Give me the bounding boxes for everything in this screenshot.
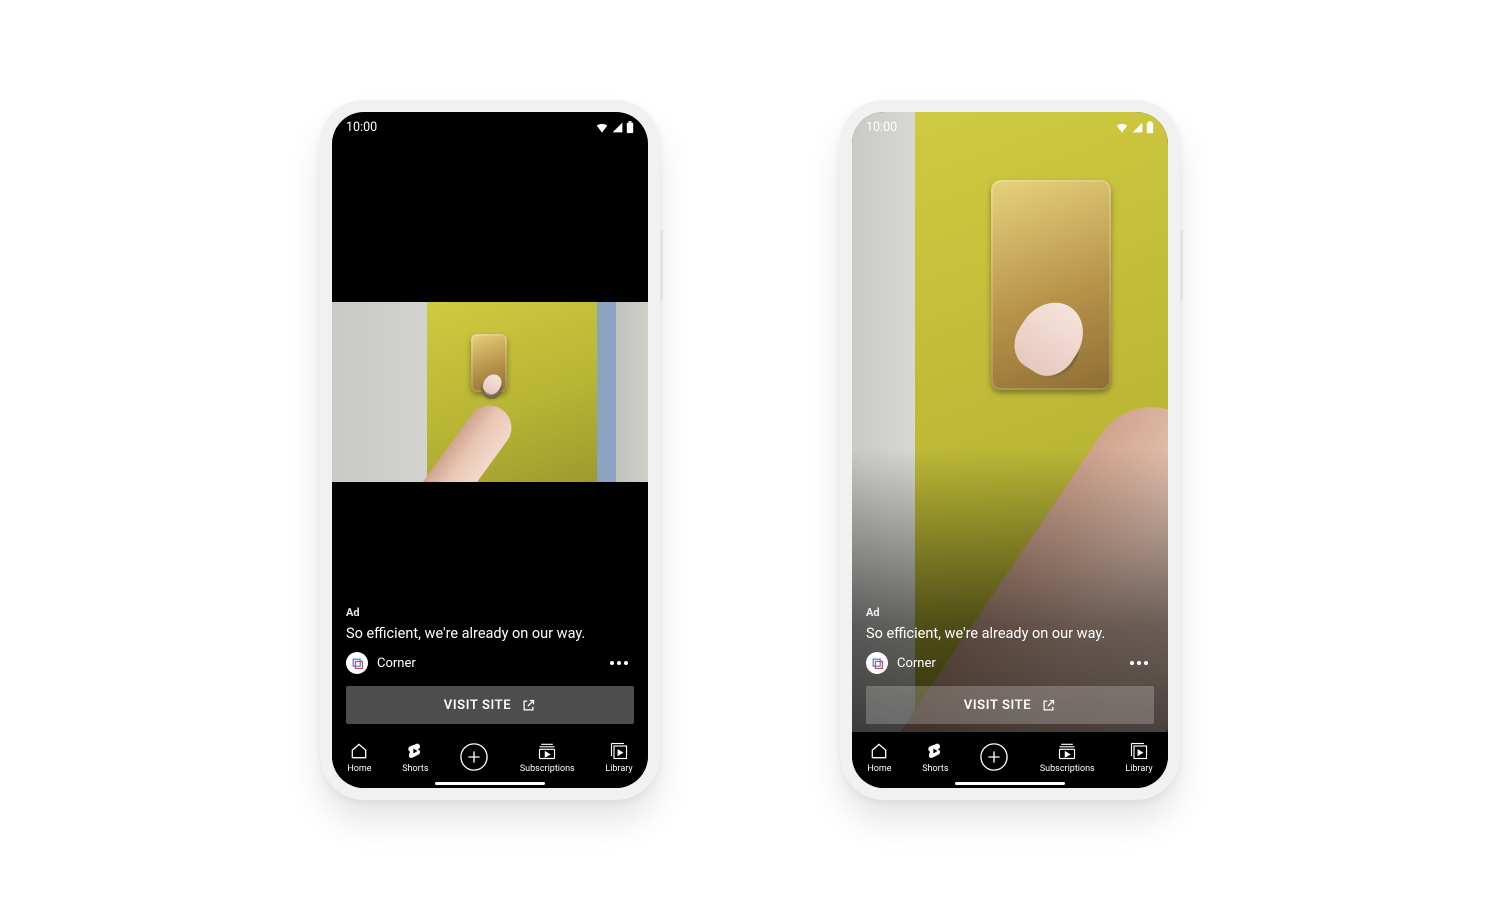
wifi-icon xyxy=(1115,121,1129,135)
ad-overlay: Ad So efficient, we're already on our wa… xyxy=(866,606,1154,724)
nav-shorts-label: Shorts xyxy=(922,764,948,774)
bottom-nav: Home Shorts Subscriptions Library xyxy=(332,732,648,788)
status-time: 10:00 xyxy=(866,120,897,135)
battery-icon xyxy=(626,121,634,134)
advertiser-name: Corner xyxy=(377,656,416,671)
nav-library-label: Library xyxy=(1125,764,1152,774)
status-time: 10:00 xyxy=(346,120,377,135)
ad-headline: So efficient, we're already on our way. xyxy=(346,625,634,642)
external-link-icon xyxy=(521,698,536,713)
battery-icon xyxy=(1146,121,1154,134)
cta-label: VISIT SITE xyxy=(444,698,511,713)
nav-subscriptions[interactable]: Subscriptions xyxy=(520,741,575,774)
nav-subscriptions[interactable]: Subscriptions xyxy=(1040,741,1095,774)
external-link-icon xyxy=(1041,698,1056,713)
visit-site-button[interactable]: VISIT SITE xyxy=(346,686,634,724)
more-options-button[interactable] xyxy=(1124,655,1154,671)
ad-badge: Ad xyxy=(866,606,1154,619)
library-icon xyxy=(609,741,629,761)
ad-headline: So efficient, we're already on our way. xyxy=(866,625,1154,642)
ad-overlay: Ad So efficient, we're already on our wa… xyxy=(346,606,634,724)
advertiser-name: Corner xyxy=(897,656,936,671)
cta-label: VISIT SITE xyxy=(964,698,1031,713)
gesture-bar xyxy=(955,782,1065,786)
nav-shorts-label: Shorts xyxy=(402,764,428,774)
status-bar: 10:00 xyxy=(346,120,634,135)
nav-library-label: Library xyxy=(605,764,632,774)
screen: 10:00 xyxy=(332,112,648,788)
nav-home-label: Home xyxy=(867,764,891,774)
phone-mock-left: 10:00 xyxy=(320,100,660,800)
wifi-icon xyxy=(595,121,609,135)
advertiser-avatar xyxy=(346,652,368,674)
nav-create[interactable] xyxy=(459,742,489,772)
signal-icon xyxy=(611,121,624,134)
bottom-nav: Home Shorts Subscriptions Library xyxy=(852,732,1168,788)
advertiser-row[interactable]: Corner xyxy=(866,652,936,674)
library-icon xyxy=(1129,741,1149,761)
video-frame-letterboxed xyxy=(332,302,648,482)
advertiser-avatar xyxy=(866,652,888,674)
status-bar: 10:00 xyxy=(866,120,1154,135)
phone-mock-right: 10:00 Ad So efficient, we're already on … xyxy=(840,100,1180,800)
advertiser-logo-icon xyxy=(871,657,884,670)
advertiser-logo-icon xyxy=(351,657,364,670)
screen: 10:00 Ad So efficient, we're already on … xyxy=(852,112,1168,788)
gesture-bar xyxy=(435,782,545,786)
subscriptions-icon xyxy=(537,741,557,761)
home-icon xyxy=(349,741,369,761)
status-icons xyxy=(595,121,634,135)
subscriptions-icon xyxy=(1057,741,1077,761)
plus-circle-icon xyxy=(979,742,1009,772)
nav-shorts[interactable]: Shorts xyxy=(402,741,428,774)
shorts-icon xyxy=(925,741,945,761)
shorts-icon xyxy=(405,741,425,761)
visit-site-button[interactable]: VISIT SITE xyxy=(866,686,1154,724)
more-options-button[interactable] xyxy=(604,655,634,671)
nav-subscriptions-label: Subscriptions xyxy=(1040,764,1095,774)
home-icon xyxy=(869,741,889,761)
advertiser-row[interactable]: Corner xyxy=(346,652,416,674)
status-icons xyxy=(1115,121,1154,135)
nav-shorts[interactable]: Shorts xyxy=(922,741,948,774)
plus-circle-icon xyxy=(459,742,489,772)
nav-home-label: Home xyxy=(347,764,371,774)
nav-home[interactable]: Home xyxy=(347,741,371,774)
nav-create[interactable] xyxy=(979,742,1009,772)
nav-library[interactable]: Library xyxy=(1125,741,1152,774)
ad-badge: Ad xyxy=(346,606,634,619)
nav-library[interactable]: Library xyxy=(605,741,632,774)
nav-subscriptions-label: Subscriptions xyxy=(520,764,575,774)
signal-icon xyxy=(1131,121,1144,134)
nav-home[interactable]: Home xyxy=(867,741,891,774)
